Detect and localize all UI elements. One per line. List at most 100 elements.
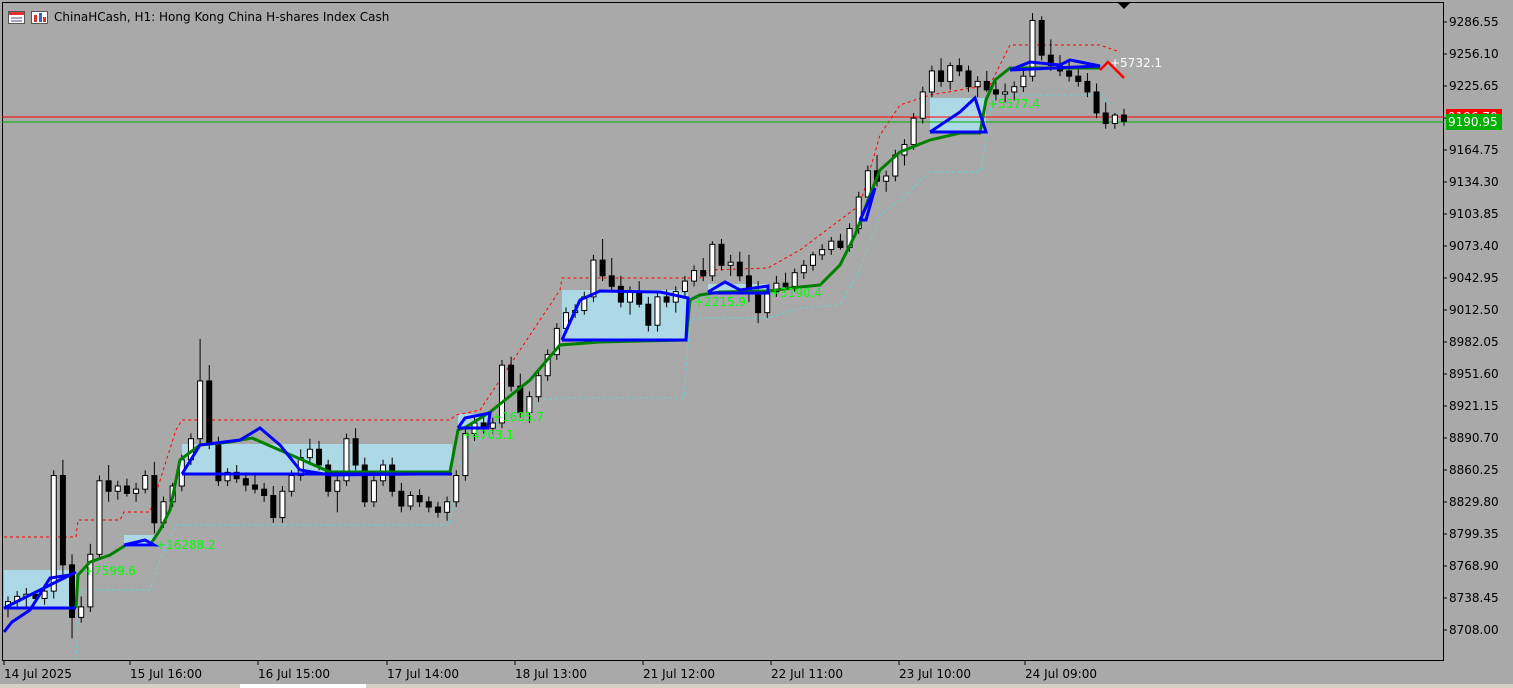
bear-candle [425, 501, 432, 508]
bull-candle [142, 475, 149, 490]
time-tick-label: 24 Jul 09:00 [1025, 667, 1097, 681]
price-tick-label: 8799.35 [1449, 527, 1499, 541]
chart-window-icon[interactable] [8, 10, 25, 24]
signal-label: +1635.7 [492, 410, 544, 424]
bull-candle [1002, 91, 1009, 95]
bull-candle [764, 291, 771, 314]
bear-candle [1075, 75, 1082, 82]
time-tick-label: 16 Jul 15:00 [258, 667, 330, 681]
bear-candle [1121, 114, 1127, 122]
bull-candle [947, 65, 954, 82]
price-tick-label: 9134.30 [1449, 175, 1499, 189]
price-tick-label: 8951.60 [1449, 367, 1499, 381]
bear-candle [956, 65, 963, 72]
chart-tab-active[interactable] [240, 684, 366, 688]
price-chart[interactable]: +7599.6 +16288.2 +1635.7 +4703.1 +2215.9… [0, 0, 1513, 688]
dotted-bands [4, 44, 1121, 661]
bear-candle [261, 488, 268, 496]
bull-candle [288, 475, 295, 492]
bear-candle [416, 494, 423, 503]
price-tick-label: 9164.75 [1449, 143, 1499, 157]
price-lines [2, 116, 1444, 123]
signal-label: +7599.6 [84, 564, 136, 578]
bull-candle [919, 91, 926, 119]
bear-candle [1066, 70, 1073, 77]
bear-candle [123, 485, 130, 494]
price-tick-label: 8890.70 [1449, 431, 1499, 445]
bull-candle [197, 380, 204, 440]
bear-candle [636, 291, 643, 305]
plot-border [2, 2, 1444, 661]
bull-candle [883, 175, 890, 182]
bull-candle [279, 490, 286, 519]
bear-candle [389, 464, 396, 492]
bull-candle [114, 485, 121, 492]
price-tick-label: 8982.05 [1449, 335, 1499, 349]
bear-candle [352, 438, 359, 466]
signal-label: +5577.4 [988, 97, 1040, 111]
bear-candle [700, 270, 707, 277]
symbol-bars-icon[interactable] [31, 10, 48, 24]
signal-label: +4703.1 [462, 428, 514, 442]
time-axis-ticks: 14 Jul 2025 15 Jul 16:00 16 Jul 15:00 17 Ju… [3, 661, 1097, 681]
price-tick-label: 9225.65 [1449, 79, 1499, 93]
price-tick-label: 8768.90 [1449, 559, 1499, 573]
bull-candle [370, 480, 377, 503]
time-tick-label: 23 Jul 10:00 [899, 667, 971, 681]
bull-candle [453, 475, 460, 503]
box-overlays [4, 98, 986, 608]
bear-candle [398, 490, 405, 507]
price-tick-label: 9012.50 [1449, 303, 1499, 317]
bear-candle [608, 275, 615, 287]
bear-candle [316, 448, 323, 466]
bull-candle [727, 261, 734, 266]
bear-candle [1038, 19, 1045, 56]
bull-candle [1020, 75, 1027, 88]
bear-candle [837, 240, 844, 248]
price-tick-label: 8708.00 [1449, 623, 1499, 637]
price-tick-label: 8860.25 [1449, 463, 1499, 477]
ask-price-tag: 9190.95 [1446, 114, 1502, 130]
bear-candle [645, 303, 652, 326]
chart-tab-strip [0, 684, 1513, 688]
chart-window[interactable]: +7599.6 +16288.2 +1635.7 +4703.1 +2215.9… [0, 0, 1513, 688]
signal-label: +2215.9 [694, 295, 746, 309]
bear-candle [983, 80, 990, 91]
bear-candle [938, 70, 945, 82]
price-tick-label: 8738.45 [1449, 591, 1499, 605]
bull-candle [306, 448, 313, 459]
chart-shift-marker[interactable] [1118, 3, 1130, 9]
bear-candle [508, 364, 515, 387]
bear-candle [736, 261, 743, 277]
time-tick-label: 22 Jul 11:00 [771, 667, 843, 681]
bull-candle [444, 501, 451, 513]
price-tick-label: 8829.80 [1449, 495, 1499, 509]
price-tick-label: 9256.10 [1449, 47, 1499, 61]
bear-candle [1084, 80, 1091, 93]
bear-candle [434, 506, 441, 513]
time-tick-label: 14 Jul 2025 [4, 667, 72, 681]
bear-candle [105, 480, 112, 492]
bull-candle [133, 488, 140, 494]
bull-candle [654, 296, 661, 326]
bear-candle [1093, 91, 1100, 114]
bull-candle [691, 270, 698, 282]
bull-candle [681, 280, 688, 293]
signal-label: +5732.1 [1110, 56, 1162, 70]
bear-candle [1102, 112, 1109, 124]
chart-title-bar: ChinaHCash, H1: Hong Kong China H-shares… [8, 8, 389, 26]
bear-candle [755, 291, 762, 314]
bull-candle [709, 243, 716, 277]
bear-candle [965, 70, 972, 88]
bull-candle [791, 272, 798, 287]
bull-candle [96, 480, 103, 555]
bull-candle [819, 249, 826, 256]
bear-candle [663, 296, 670, 303]
bear-candle [599, 259, 606, 277]
bear-candle [718, 243, 725, 266]
bull-candle [627, 291, 634, 303]
bear-candle [151, 475, 158, 524]
bull-candle [50, 475, 57, 592]
time-tick-label: 18 Jul 13:00 [515, 667, 587, 681]
chart-title: ChinaHCash, H1: Hong Kong China H-shares… [54, 10, 390, 24]
